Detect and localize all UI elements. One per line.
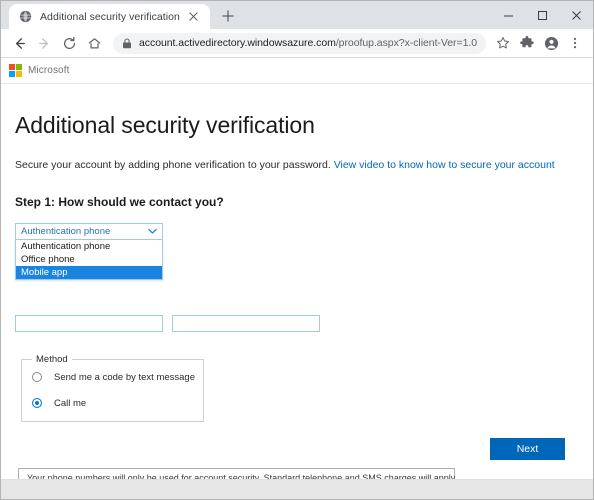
tab-strip: Additional security verification <box>1 1 593 29</box>
option-office-phone[interactable]: Office phone <box>16 253 162 266</box>
back-arrow-icon[interactable] <box>7 31 32 56</box>
reload-icon[interactable] <box>57 31 82 56</box>
tab-title: Additional security verification <box>40 10 180 23</box>
url-path: /proofup.aspx?x-client-Ver=1.0.9&... <box>335 37 478 49</box>
page-content: Microsoft Additional security verificati… <box>1 58 593 499</box>
puzzle-piece-icon[interactable] <box>515 31 539 55</box>
subtitle-text: Secure your account by adding phone veri… <box>15 159 334 171</box>
minimize-icon[interactable] <box>491 1 525 29</box>
account-avatar-icon[interactable] <box>539 31 563 55</box>
contact-method-select-wrapper: Authentication phone Authentication phon… <box>15 223 163 280</box>
phone-number-input[interactable] <box>172 315 320 332</box>
three-dot-menu-icon[interactable] <box>563 31 587 55</box>
option-authentication-phone[interactable]: Authentication phone <box>16 240 162 253</box>
method-option-text-message[interactable]: Send me a code by text message <box>30 368 195 386</box>
method-fieldset: Method Send me a code by text message Ca… <box>21 354 204 422</box>
step-1-title: Step 1: How should we contact you? <box>15 195 224 209</box>
main-content: Additional security verification Secure … <box>1 84 593 499</box>
browser-window: Additional security verification account… <box>0 0 594 500</box>
radio-call-me[interactable] <box>32 398 42 408</box>
page-bottom-bar <box>1 479 593 499</box>
contact-method-selected-value: Authentication phone <box>21 226 111 237</box>
radio-text-message[interactable] <box>32 372 42 382</box>
method-label-call-me: Call me <box>54 397 87 409</box>
browser-toolbar: account.activedirectory.windowsazure.com… <box>1 29 593 58</box>
secure-account-video-link[interactable]: View video to know how to secure your ac… <box>334 159 555 171</box>
contact-method-option-list: Authentication phone Office phone Mobile… <box>15 240 163 280</box>
page-subtitle: Secure your account by adding phone veri… <box>15 159 579 171</box>
browser-tab[interactable]: Additional security verification <box>9 4 210 29</box>
microsoft-header: Microsoft <box>1 58 593 84</box>
window-controls <box>491 1 593 29</box>
forward-arrow-icon <box>32 31 57 56</box>
new-tab-button[interactable] <box>216 4 240 28</box>
microsoft-wordmark: Microsoft <box>28 65 70 76</box>
tab-close-icon[interactable] <box>186 9 202 25</box>
next-button[interactable]: Next <box>490 438 565 460</box>
home-icon[interactable] <box>82 31 107 56</box>
method-option-call-me[interactable]: Call me <box>30 394 195 412</box>
maximize-icon[interactable] <box>525 1 559 29</box>
contact-method-select[interactable]: Authentication phone <box>15 223 163 240</box>
star-icon[interactable] <box>491 31 515 55</box>
chevron-down-icon <box>147 226 158 237</box>
lock-icon <box>122 37 132 49</box>
url-host: account.activedirectory.windowsazure.com <box>139 37 336 49</box>
page-title: Additional security verification <box>15 112 315 138</box>
window-close-icon[interactable] <box>559 1 593 29</box>
address-bar[interactable]: account.activedirectory.windowsazure.com… <box>113 32 486 54</box>
method-legend: Method <box>36 354 68 365</box>
option-mobile-app[interactable]: Mobile app <box>16 266 162 279</box>
country-code-select[interactable] <box>15 315 163 332</box>
globe-icon <box>19 10 32 23</box>
microsoft-logo-icon <box>9 64 22 77</box>
address-bar-url: account.activedirectory.windowsazure.com… <box>139 37 478 49</box>
phone-entry-row <box>15 315 320 332</box>
method-label-text-message: Send me a code by text message <box>54 371 195 383</box>
